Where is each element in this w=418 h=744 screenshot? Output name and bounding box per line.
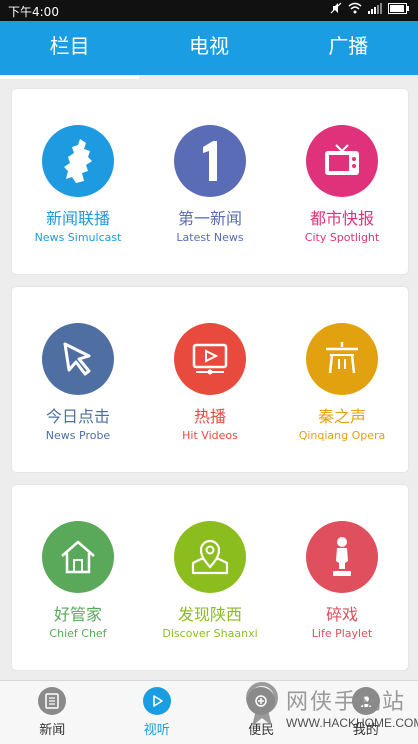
channel-label-cn: 都市快报	[309, 209, 374, 228]
channel-label-cn: 好管家	[53, 605, 102, 624]
document-icon	[38, 687, 67, 715]
status-bar: 下午4:00	[0, 0, 418, 21]
channel-latest-news[interactable]: 第一新闻 Latest News	[144, 125, 276, 244]
play-screen-icon	[174, 323, 246, 395]
channel-hit-videos[interactable]: 热播 Hit Videos	[144, 323, 276, 442]
nav-audio-video[interactable]: 视听	[105, 681, 210, 744]
channel-label-en: Discover Shaanxi	[162, 627, 258, 640]
tab-tv[interactable]: 电视	[139, 21, 278, 75]
nav-news[interactable]: 新闻	[0, 681, 105, 744]
number-one-icon	[174, 125, 246, 197]
tv-icon	[306, 125, 378, 197]
channel-label-cn: 今日点击	[45, 407, 110, 426]
top-tab-bar: 栏目 电视 广播	[0, 21, 418, 79]
channel-label-en: News Simulcast	[34, 231, 122, 244]
tab-radio[interactable]: 广播	[279, 21, 418, 75]
figure-icon	[306, 521, 378, 593]
cursor-icon	[42, 323, 114, 395]
shaanxi-map-icon	[42, 125, 114, 197]
nav-label: 视听	[143, 723, 170, 738]
channel-card-1: 新闻联播 News Simulcast 第一新闻 Latest News 都市快…	[12, 89, 408, 274]
channel-label-en: Qinqiang Opera	[298, 429, 386, 442]
nav-label: 便民	[248, 723, 275, 738]
battery-icon	[388, 2, 410, 17]
channel-chief-chef[interactable]: 好管家 Chief Chef	[12, 521, 144, 640]
signal-icon	[368, 2, 382, 17]
channel-label-cn: 新闻联播	[45, 209, 110, 228]
profile-icon	[351, 687, 380, 715]
nav-label: 我的	[352, 723, 379, 738]
channel-label-en: Latest News	[176, 231, 244, 244]
channel-label-cn: 秦之声	[317, 407, 366, 426]
channel-label-en: Life Playlet	[311, 627, 373, 640]
nav-label: 新闻	[39, 723, 66, 738]
channel-label-cn: 碎戏	[325, 605, 358, 624]
status-time: 下午4:00	[8, 5, 59, 19]
map-pin-icon	[174, 521, 246, 593]
channel-label-en: News Probe	[45, 429, 111, 442]
play-icon	[142, 687, 171, 715]
mute-icon	[330, 2, 342, 17]
channel-news-simulcast[interactable]: 新闻联播 News Simulcast	[12, 125, 144, 244]
channel-card-2: 今日点击 News Probe 热播 Hit Videos 秦之声 Qinqia…	[12, 287, 408, 472]
channel-label-en: Chief Chef	[49, 627, 107, 640]
channel-label-en: Hit Videos	[182, 429, 238, 442]
channel-grid: 新闻联播 News Simulcast 第一新闻 Latest News 都市快…	[0, 75, 418, 680]
convenience-icon	[247, 687, 276, 715]
channel-label-cn: 第一新闻	[177, 209, 242, 228]
channel-discover-shaanxi[interactable]: 发现陕西 Discover Shaanxi	[144, 521, 276, 640]
channel-life-playlet[interactable]: 碎戏 Life Playlet	[276, 521, 408, 640]
wifi-icon	[348, 2, 362, 17]
channel-label-en: City Spotlight	[304, 231, 380, 244]
channel-qinqiang-opera[interactable]: 秦之声 Qinqiang Opera	[276, 323, 408, 442]
channel-card-3: 好管家 Chief Chef 发现陕西 Discover Shaanxi 碎戏 …	[12, 485, 408, 670]
status-icons	[330, 2, 410, 17]
channel-label-cn: 发现陕西	[177, 605, 242, 624]
bottom-navigation: 新闻 视听 便民 我的	[0, 680, 418, 744]
nav-profile[interactable]: 我的	[314, 681, 418, 744]
nav-convenience[interactable]: 便民	[209, 681, 314, 744]
house-icon	[42, 521, 114, 593]
channel-city-spotlight[interactable]: 都市快报 City Spotlight	[276, 125, 408, 244]
channel-news-probe[interactable]: 今日点击 News Probe	[12, 323, 144, 442]
channel-label-cn: 热播	[193, 407, 226, 426]
tab-columns[interactable]: 栏目	[0, 21, 140, 79]
pavilion-icon	[306, 323, 378, 395]
